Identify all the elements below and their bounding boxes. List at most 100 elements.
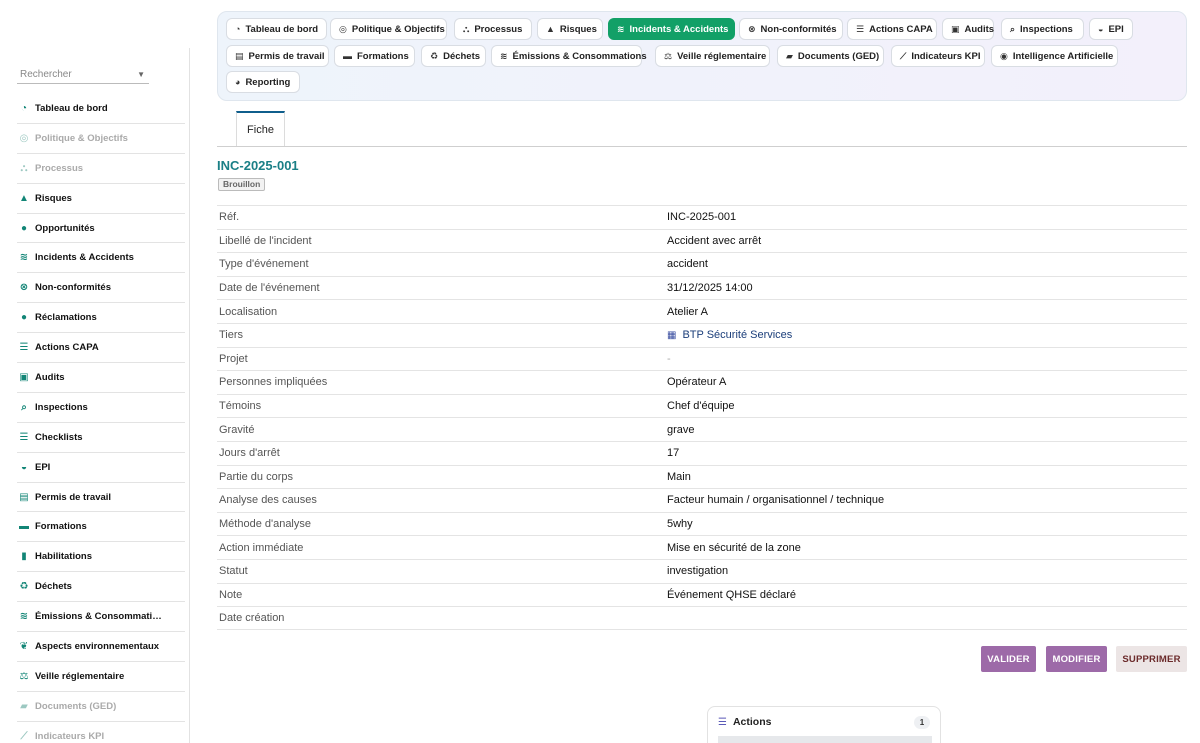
nav-pill[interactable]: ◉ Intelligence Artificielle bbox=[991, 45, 1118, 67]
lightbulb-icon: ● bbox=[20, 222, 28, 234]
sidebar-item[interactable]: ● Réclamations bbox=[17, 303, 185, 334]
file-signature-icon: ▤ bbox=[235, 50, 244, 61]
field-value: 31/12/2025 14:00 bbox=[667, 282, 753, 295]
sidebar-item-label: Checklists bbox=[35, 431, 83, 443]
record-details-table: Réf. INC-2025-001 Libellé de l'incident Acc… bbox=[217, 205, 1187, 630]
nav-pill[interactable]: ◒ EPI bbox=[1089, 18, 1133, 40]
sidebar-item[interactable]: ◒ EPI bbox=[17, 453, 185, 483]
nav-pill[interactable]: ☰ Actions CAPA bbox=[847, 18, 937, 40]
field-value[interactable]: ▦ BTP Sécurité Services bbox=[667, 329, 792, 341]
status-badge: Brouillon bbox=[218, 178, 266, 191]
delete-button[interactable]: SUPPRIMER bbox=[1116, 646, 1187, 672]
sidebar-item[interactable]: ⌕ Inspections bbox=[17, 393, 185, 423]
nav-pill[interactable]: ▣ Audits bbox=[942, 18, 994, 40]
field-value: 5why bbox=[667, 518, 693, 531]
sidebar-item[interactable]: ⚖ Veille réglementaire bbox=[17, 662, 185, 692]
smog-icon: ≋ bbox=[500, 50, 508, 61]
sidebar-item[interactable]: ⟋ Indicateurs KPI bbox=[17, 722, 185, 743]
nav-pill[interactable]: ▤ Permis de travail bbox=[226, 45, 329, 67]
nav-pill[interactable]: ◔ Tableau de bord bbox=[226, 18, 327, 40]
field-label: Témoins bbox=[219, 400, 262, 413]
sidebar-item[interactable]: ◎ Politique & Objectifs bbox=[17, 124, 185, 154]
sidebar-item-label: Réclamations bbox=[35, 312, 97, 324]
sidebar-item[interactable]: ♻ Déchets bbox=[17, 572, 185, 603]
nav-pill[interactable]: ▰ Documents (GED) bbox=[777, 45, 884, 67]
detail-row: Analyse des causes Facteur humain / organ… bbox=[217, 488, 1187, 512]
field-label: Partie du corps bbox=[219, 470, 293, 483]
sidebar-item[interactable]: ▬ Formations bbox=[17, 512, 185, 543]
sidebar-item[interactable]: ☰ Checklists bbox=[17, 423, 185, 453]
nav-pill[interactable]: ⚖ Veille réglementaire bbox=[655, 45, 770, 67]
x-circle-icon: ⊗ bbox=[19, 282, 29, 294]
nav-pill[interactable]: ◕ Reporting bbox=[226, 71, 300, 93]
nav-pill-label: Émissions & Consommations bbox=[512, 50, 647, 62]
folder-icon: ▰ bbox=[786, 50, 793, 61]
nav-pill-label: Formations bbox=[357, 50, 409, 62]
flow-icon: ⛬ bbox=[463, 23, 470, 34]
edit-button[interactable]: MODIFIER bbox=[1046, 646, 1107, 672]
sidebar-item-label: Audits bbox=[35, 371, 65, 383]
handshake-icon: ≋ bbox=[617, 23, 625, 34]
nav-pill[interactable]: ⊗ Non-conformités bbox=[739, 18, 843, 40]
validate-button[interactable]: VALIDER bbox=[981, 646, 1036, 672]
folder-icon: ▰ bbox=[20, 700, 28, 712]
sidebar-item[interactable]: ≋ Émissions & Consommati… bbox=[17, 602, 185, 633]
sidebar-item-label: Indicateurs KPI bbox=[35, 730, 105, 742]
sidebar-item-label: Émissions & Consommati… bbox=[35, 611, 162, 623]
sidebar-item[interactable]: ▤ Permis de travail bbox=[17, 483, 185, 513]
actions-panel-header[interactable]: ☰ Actions bbox=[718, 716, 771, 728]
nav-pill[interactable]: ♻ Déchets bbox=[421, 45, 486, 67]
nav-pill-label: Documents (GED) bbox=[797, 50, 880, 62]
caret-down-icon: ▼ bbox=[137, 70, 145, 79]
nav-pill[interactable]: ≋ Incidents & Accidents bbox=[608, 18, 735, 40]
nav-pill-label: Permis de travail bbox=[248, 50, 325, 62]
sidebar-item[interactable]: ◔ Tableau de bord bbox=[17, 94, 185, 124]
sidebar-item[interactable]: ⊗ Non-conformités bbox=[17, 273, 185, 304]
sidebar-item-label: Non-conformités bbox=[35, 282, 111, 294]
sidebar-item[interactable]: ▰ Documents (GED) bbox=[17, 692, 185, 722]
actions-table-header bbox=[718, 736, 932, 743]
sidebar-item[interactable]: ▮ Habilitations bbox=[17, 542, 185, 573]
sidebar-item[interactable]: ❦ Aspects environnementaux bbox=[17, 632, 185, 662]
gauge-icon: ◔ bbox=[20, 102, 28, 114]
helmet-icon: ◒ bbox=[20, 461, 28, 473]
sidebar-item[interactable]: ⛬ Processus bbox=[17, 154, 185, 184]
chalkboard-icon: ▬ bbox=[19, 521, 29, 533]
sidebar-item-label: Déchets bbox=[35, 581, 72, 593]
comment-icon: ● bbox=[20, 312, 28, 324]
nav-pill-label: Politique & Objectifs bbox=[351, 23, 445, 35]
sidebar-item[interactable]: ≋ Incidents & Accidents bbox=[17, 243, 185, 274]
sidebar-item[interactable]: ▣ Audits bbox=[17, 363, 185, 393]
nav-pill[interactable]: ≋ Émissions & Consommations bbox=[491, 45, 647, 67]
nav-pill-label: Risques bbox=[559, 23, 597, 35]
list-icon: ☰ bbox=[856, 23, 865, 34]
field-label: Localisation bbox=[219, 305, 278, 318]
nav-pill[interactable]: ⌕ Inspections bbox=[1001, 18, 1084, 40]
actions-count-badge: 1 bbox=[914, 716, 930, 729]
nav-pill[interactable]: ◎ Politique & Objectifs bbox=[330, 18, 447, 40]
field-label: Note bbox=[219, 588, 243, 601]
sidebar-item-label: Tableau de bord bbox=[35, 102, 108, 114]
field-label: Tiers bbox=[219, 329, 244, 342]
sidebar-item[interactable]: ▲ Risques bbox=[17, 184, 185, 214]
sidebar-item-label: Politique & Objectifs bbox=[35, 132, 128, 144]
sidebar-menu: ◔ Tableau de bord ◎ Politique & Objectifs ⛬ P… bbox=[17, 94, 185, 743]
list-icon: ☰ bbox=[19, 342, 29, 354]
nav-pill[interactable]: ▲ Risques bbox=[537, 18, 603, 40]
field-value: Mise en sécurité de la zone bbox=[667, 541, 801, 554]
scale-icon: ⚖ bbox=[664, 50, 673, 61]
nav-pill[interactable]: ⟋ Indicateurs KPI bbox=[891, 45, 985, 67]
robot-icon: ◉ bbox=[1000, 50, 1008, 61]
sidebar-item[interactable]: ☰ Actions CAPA bbox=[17, 333, 185, 364]
tab-fiche[interactable]: Fiche bbox=[236, 111, 285, 146]
nav-pill[interactable]: ⛬ Processus bbox=[454, 18, 532, 40]
field-label: Action immédiate bbox=[219, 541, 304, 554]
field-label: Gravité bbox=[219, 423, 255, 436]
detail-row: Réf. INC-2025-001 bbox=[217, 205, 1187, 229]
sidebar-search-select[interactable]: Rechercher ▼ bbox=[17, 66, 149, 84]
sidebar-item-label: Actions CAPA bbox=[35, 342, 99, 354]
nav-pill[interactable]: ▬ Formations bbox=[334, 45, 415, 67]
sidebar-item[interactable]: ● Opportunités bbox=[17, 214, 185, 244]
handshake-icon: ≋ bbox=[19, 252, 29, 264]
tiers-link[interactable]: BTP Sécurité Services bbox=[682, 329, 792, 341]
